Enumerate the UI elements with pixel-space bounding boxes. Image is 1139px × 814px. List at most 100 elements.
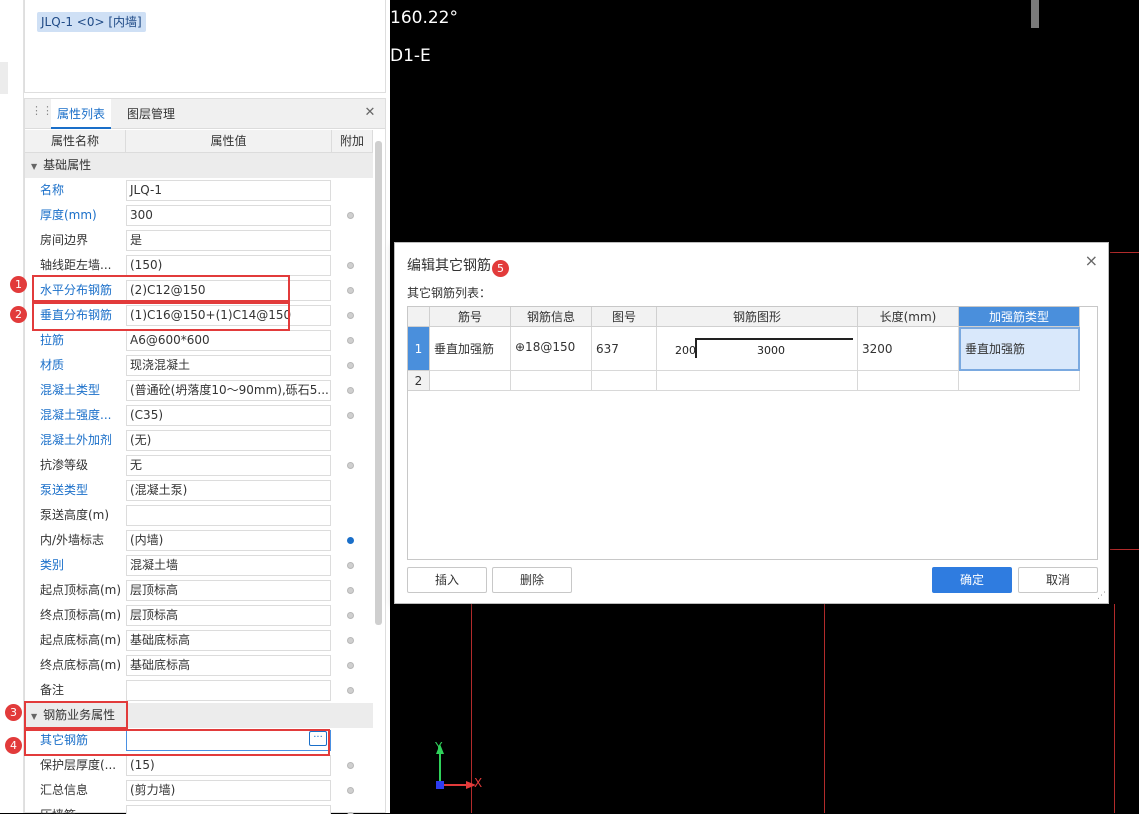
prop-value-field[interactable]: (剪力墙): [126, 780, 331, 801]
delete-button[interactable]: 删除: [492, 567, 572, 593]
prop-value-field[interactable]: JLQ-1: [126, 180, 331, 201]
attach-checkbox[interactable]: [347, 562, 354, 569]
vertical-scrollbar[interactable]: [375, 141, 382, 625]
cancel-button[interactable]: 取消: [1018, 567, 1098, 593]
prop-row[interactable]: 泵送类型 (混凝土泵): [25, 478, 373, 503]
prop-value-field[interactable]: 是: [126, 230, 331, 251]
attach-checkbox[interactable]: [347, 762, 354, 769]
prop-value-field[interactable]: 基础底标高: [126, 655, 331, 676]
attach-checkbox[interactable]: [347, 587, 354, 594]
prop-value-field[interactable]: (混凝土泵): [126, 480, 331, 501]
row-number[interactable]: 1: [408, 327, 430, 371]
attach-checkbox[interactable]: [347, 637, 354, 644]
col-reinforce-type[interactable]: 加强筋类型: [959, 307, 1080, 327]
prop-row[interactable]: 厚度(mm) 300: [25, 203, 373, 228]
prop-value-field[interactable]: (普通砼(坍落度10～90mm),砾石5...: [126, 380, 331, 401]
prop-row[interactable]: 混凝土类型 (普通砼(坍落度10～90mm),砾石5...: [25, 378, 373, 403]
attach-checkbox[interactable]: [347, 287, 354, 294]
edit-other-rebar-dialog: 编辑其它钢筋 5 × 其它钢筋列表： 筋号 钢筋信息 图号 钢筋图形 长度(mm…: [394, 242, 1109, 604]
col-length[interactable]: 长度(mm): [858, 307, 959, 327]
collapse-triangle-icon[interactable]: ▼: [31, 162, 37, 171]
drag-handle-icon[interactable]: ⋮⋮: [31, 105, 53, 121]
prop-row[interactable]: 抗渗等级 无: [25, 453, 373, 478]
prop-row[interactable]: 拉筋 A6@600*600: [25, 328, 373, 353]
prop-value-field[interactable]: 基础底标高: [126, 630, 331, 651]
attach-checkbox[interactable]: [347, 362, 354, 369]
insert-button[interactable]: 插入: [407, 567, 487, 593]
cell-length[interactable]: 3200: [858, 327, 959, 371]
attach-checkbox[interactable]: [347, 387, 354, 394]
prop-value-field[interactable]: 现浇混凝土: [126, 355, 331, 376]
corner-header: [408, 307, 430, 327]
attach-checkbox[interactable]: [347, 662, 354, 669]
prop-row[interactable]: 名称 JLQ-1: [25, 178, 373, 203]
attach-checkbox[interactable]: [347, 262, 354, 269]
prop-value-field[interactable]: [126, 680, 331, 701]
axis-label: D1-E: [390, 46, 431, 66]
prop-value-field[interactable]: [126, 505, 331, 526]
cell-bar-info[interactable]: [511, 371, 592, 391]
tab-property-list[interactable]: 属性列表: [51, 99, 112, 129]
ok-button[interactable]: 确定: [932, 567, 1012, 593]
cell-bar-shape[interactable]: [657, 371, 858, 391]
prop-row[interactable]: 内/外墙标志 (内墙): [25, 528, 373, 553]
prop-value-field[interactable]: 层顶标高: [126, 605, 331, 626]
prop-row[interactable]: 备注: [25, 678, 373, 703]
prop-name: 泵送类型: [40, 483, 89, 497]
attach-checkbox[interactable]: [347, 312, 354, 319]
cell-bar-info[interactable]: ⊕18@150: [511, 327, 592, 371]
attach-checkbox[interactable]: [347, 787, 354, 794]
attach-checkbox[interactable]: [347, 687, 354, 694]
prop-row[interactable]: 终点底标高(m) 基础底标高: [25, 653, 373, 678]
prop-value-field[interactable]: (150): [126, 255, 331, 276]
col-bar-shape[interactable]: 钢筋图形: [657, 307, 858, 327]
attach-checkbox[interactable]: [347, 412, 354, 419]
prop-value-field[interactable]: (内墙): [126, 530, 331, 551]
dialog-close-icon[interactable]: ×: [1085, 253, 1098, 269]
wall-tag[interactable]: JLQ-1 <0> [内墙]: [37, 12, 146, 32]
cell-reinforce-type[interactable]: [959, 371, 1080, 391]
prop-value-field[interactable]: 混凝土墙: [126, 555, 331, 576]
resize-grip-icon[interactable]: ⋰: [1097, 592, 1106, 601]
prop-row[interactable]: 泵送高度(m): [25, 503, 373, 528]
cell-figure-no[interactable]: 637: [592, 327, 657, 371]
attach-checkbox[interactable]: [347, 337, 354, 344]
prop-row[interactable]: 压墙筋: [25, 803, 373, 814]
prop-row[interactable]: 汇总信息 (剪力墙): [25, 778, 373, 803]
cell-length[interactable]: [858, 371, 959, 391]
prop-row[interactable]: 保护层厚度(... (15): [25, 753, 373, 778]
x-axis-label: X: [474, 776, 483, 790]
attach-checkbox[interactable]: [347, 462, 354, 469]
prop-row[interactable]: 房间边界 是: [25, 228, 373, 253]
row-number[interactable]: 2: [408, 371, 430, 391]
prop-row[interactable]: 起点顶标高(m) 层顶标高: [25, 578, 373, 603]
side-strip: [0, 0, 24, 813]
prop-row[interactable]: 混凝土外加剂 (无): [25, 428, 373, 453]
tab-layer-management[interactable]: 图层管理: [121, 99, 181, 129]
cell-reinforce-type[interactable]: 垂直加强筋: [959, 327, 1080, 371]
prop-value-field[interactable]: 300: [126, 205, 331, 226]
prop-row[interactable]: 混凝土强度... (C35): [25, 403, 373, 428]
cell-bar-no[interactable]: 垂直加强筋: [430, 327, 511, 371]
prop-value-field[interactable]: (C35): [126, 405, 331, 426]
prop-value-field[interactable]: 无: [126, 455, 331, 476]
prop-name: 类别: [40, 558, 65, 572]
prop-row[interactable]: 材质 现浇混凝土: [25, 353, 373, 378]
prop-value-field[interactable]: A6@600*600: [126, 330, 331, 351]
attach-checkbox[interactable]: [347, 537, 354, 544]
col-bar-info[interactable]: 钢筋信息: [511, 307, 592, 327]
prop-row[interactable]: 终点顶标高(m) 层顶标高: [25, 603, 373, 628]
attach-checkbox[interactable]: [347, 212, 354, 219]
col-bar-no[interactable]: 筋号: [430, 307, 511, 327]
close-icon[interactable]: ✕: [363, 106, 377, 120]
prop-row[interactable]: 类别 混凝土墙: [25, 553, 373, 578]
col-figure-no[interactable]: 图号: [592, 307, 657, 327]
prop-value-field[interactable]: 层顶标高: [126, 580, 331, 601]
prop-value-field[interactable]: (无): [126, 430, 331, 451]
group-basic-props[interactable]: ▼ 基础属性: [25, 153, 373, 178]
prop-row[interactable]: 起点底标高(m) 基础底标高: [25, 628, 373, 653]
attach-checkbox[interactable]: [347, 612, 354, 619]
prop-value-field[interactable]: (15): [126, 755, 331, 776]
cell-figure-no[interactable]: [592, 371, 657, 391]
cell-bar-no[interactable]: [430, 371, 511, 391]
